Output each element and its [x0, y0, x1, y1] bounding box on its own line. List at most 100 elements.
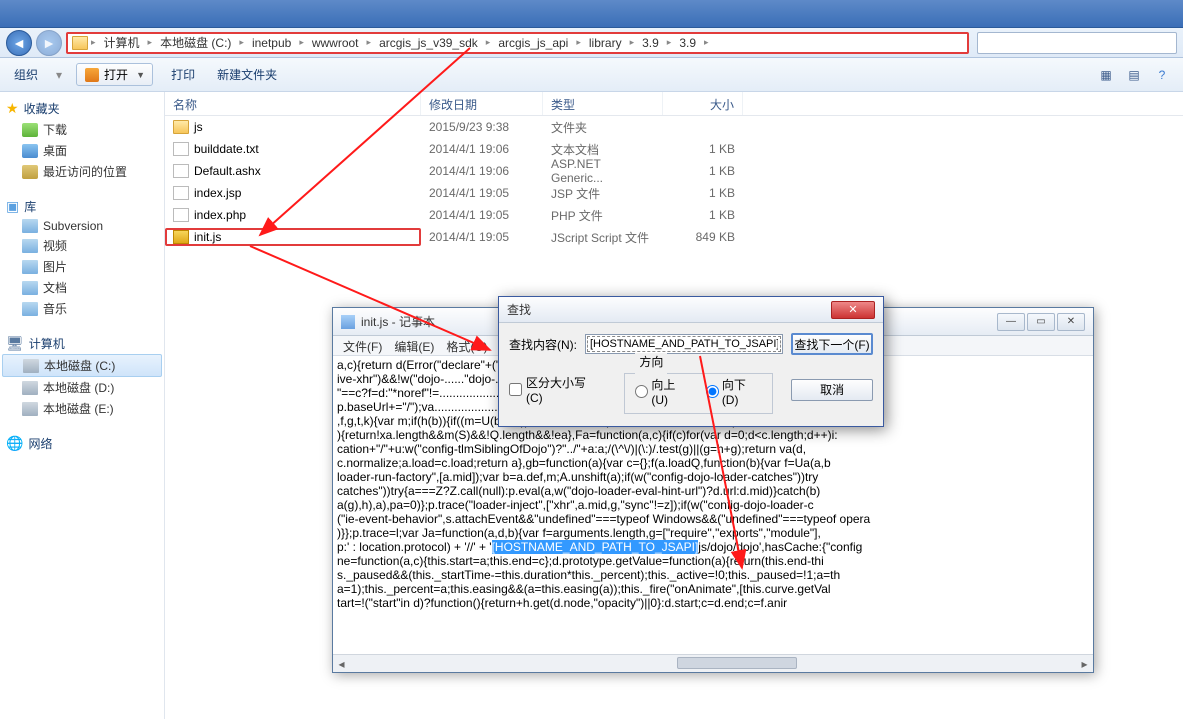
drive-icon — [22, 381, 38, 395]
help-icon[interactable]: ? — [1151, 64, 1173, 86]
chevron-right-icon: ▸ — [703, 37, 710, 48]
nav-drive-c[interactable]: 本地磁盘 (C:) — [2, 354, 162, 377]
menu-edit[interactable]: 编辑(E) — [390, 338, 438, 353]
horizontal-scrollbar[interactable]: ◂ ▸ — [333, 654, 1093, 672]
drive-icon — [22, 402, 38, 416]
document-icon — [22, 281, 38, 295]
direction-up[interactable]: 向上(U) — [635, 376, 691, 407]
file-date: 2014/4/1 19:05 — [421, 208, 543, 222]
col-size[interactable]: 大小 — [663, 92, 743, 115]
col-type[interactable]: 类型 — [543, 92, 663, 115]
menu-format[interactable]: 格式(O) — [442, 338, 491, 353]
nav-drive-d[interactable]: 本地磁盘 (D:) — [0, 377, 164, 398]
search-input[interactable] — [977, 32, 1177, 54]
nav-documents[interactable]: 文档 — [0, 277, 164, 298]
window-titlebar — [0, 0, 1183, 28]
direction-down[interactable]: 向下(D) — [706, 376, 762, 407]
star-icon: ★ — [6, 100, 19, 117]
music-icon — [22, 302, 38, 316]
view-options-icon[interactable]: ▦ — [1095, 64, 1117, 86]
network-icon: 🌐 — [6, 435, 23, 452]
crumb-sdk[interactable]: arcgis_js_v39_sdk — [374, 36, 483, 50]
minimize-button[interactable]: — — [997, 313, 1025, 331]
find-input[interactable] — [585, 334, 783, 354]
column-headers[interactable]: 名称 修改日期 类型 大小 — [165, 92, 1183, 116]
print-button[interactable]: 打印 — [167, 64, 199, 85]
close-button[interactable]: ✕ — [1057, 313, 1085, 331]
find-dialog[interactable]: 查找 ✕ 查找内容(N): 查找下一个(F) 区分大小写(C) 方向 向上(U)… — [498, 296, 884, 427]
computer-header[interactable]: 🖥计算机 — [0, 333, 164, 354]
crumb-39b[interactable]: 3.9 — [674, 36, 701, 50]
nav-video[interactable]: 视频 — [0, 235, 164, 256]
crumb-computer[interactable]: 计算机 — [99, 34, 145, 51]
match-case-checkbox[interactable]: 区分大小写(C) — [509, 374, 602, 405]
file-icon — [173, 142, 189, 156]
download-icon — [22, 123, 38, 137]
file-icon — [173, 120, 189, 134]
file-row[interactable]: index.php2014/4/1 19:05PHP 文件1 KB — [165, 204, 1183, 226]
preview-pane-icon[interactable]: ▤ — [1123, 64, 1145, 86]
breadcrumb-bar[interactable]: ▸ 计算机 ▸ 本地磁盘 (C:) ▸ inetpub ▸ wwwroot ▸ … — [66, 32, 969, 54]
nav-subversion[interactable]: Subversion — [0, 217, 164, 235]
maximize-button[interactable]: ▭ — [1027, 313, 1055, 331]
file-date: 2015/9/23 9:38 — [421, 120, 543, 134]
chevron-right-icon: ▸ — [485, 37, 492, 48]
crumb-39a[interactable]: 3.9 — [637, 36, 664, 50]
chevron-right-icon: ▸ — [147, 37, 154, 48]
open-button[interactable]: 打开 ▼ — [76, 63, 153, 86]
chevron-right-icon: ▸ — [666, 37, 673, 48]
nav-pictures[interactable]: 图片 — [0, 256, 164, 277]
find-label: 查找内容(N): — [509, 336, 577, 353]
file-row[interactable]: js2015/9/23 9:38文件夹 — [165, 116, 1183, 138]
find-next-button[interactable]: 查找下一个(F) — [791, 333, 873, 355]
nav-forward-button[interactable]: ► — [36, 30, 62, 56]
file-row[interactable]: Default.ashx2014/4/1 19:06ASP.NET Generi… — [165, 160, 1183, 182]
organize-button[interactable]: 组织 — [10, 64, 42, 85]
chevron-right-icon: ▸ — [238, 37, 245, 48]
col-name[interactable]: 名称 — [165, 92, 421, 115]
chevron-down-icon: ▼ — [136, 70, 144, 80]
favorites-header[interactable]: ★收藏夹 — [0, 98, 164, 119]
nav-drive-e[interactable]: 本地磁盘 (E:) — [0, 398, 164, 419]
nav-desktop[interactable]: 桌面 — [0, 140, 164, 161]
crumb-inetpub[interactable]: inetpub — [247, 36, 296, 50]
file-list[interactable]: js2015/9/23 9:38文件夹builddate.txt2014/4/1… — [165, 116, 1183, 248]
nav-downloads[interactable]: 下载 — [0, 119, 164, 140]
col-date[interactable]: 修改日期 — [421, 92, 543, 115]
crumb-api[interactable]: arcgis_js_api — [493, 36, 573, 50]
file-row[interactable]: init.js2014/4/1 19:05JScript Script 文件84… — [165, 226, 1183, 248]
file-date: 2014/4/1 19:06 — [421, 142, 543, 156]
navigation-pane[interactable]: ★收藏夹 下载 桌面 最近访问的位置 ▣库 Subversion 视频 图片 文… — [0, 92, 165, 719]
file-size: 1 KB — [663, 186, 743, 200]
file-size: 1 KB — [663, 208, 743, 222]
file-icon — [173, 164, 189, 178]
recent-icon — [22, 165, 38, 179]
file-type: JSP 文件 — [543, 185, 663, 202]
file-row[interactable]: builddate.txt2014/4/1 19:06文本文档1 KB — [165, 138, 1183, 160]
nav-music[interactable]: 音乐 — [0, 298, 164, 319]
scrollbar-thumb[interactable] — [677, 657, 797, 669]
new-folder-button[interactable]: 新建文件夹 — [213, 64, 281, 85]
menu-file[interactable]: 文件(F) — [339, 338, 386, 353]
network-header[interactable]: 🌐网络 — [0, 433, 164, 454]
crumb-library[interactable]: library — [584, 36, 627, 50]
find-cancel-button[interactable]: 取消 — [791, 379, 873, 401]
file-row[interactable]: index.jsp2014/4/1 19:05JSP 文件1 KB — [165, 182, 1183, 204]
crumb-drive-c[interactable]: 本地磁盘 (C:) — [155, 34, 236, 51]
file-name: init.js — [194, 230, 221, 244]
crumb-wwwroot[interactable]: wwwroot — [307, 36, 364, 50]
libraries-header[interactable]: ▣库 — [0, 196, 164, 217]
file-date: 2014/4/1 19:05 — [421, 230, 543, 244]
file-date: 2014/4/1 19:05 — [421, 186, 543, 200]
open-label: 打开 — [104, 66, 128, 83]
match-case-input[interactable] — [509, 383, 522, 396]
scroll-left-icon[interactable]: ◂ — [333, 655, 350, 672]
nav-recent[interactable]: 最近访问的位置 — [0, 161, 164, 182]
find-titlebar[interactable]: 查找 ✕ — [499, 297, 883, 323]
file-type: PHP 文件 — [543, 207, 663, 224]
scroll-right-icon[interactable]: ▸ — [1076, 655, 1093, 672]
open-icon — [85, 68, 99, 82]
nav-back-button[interactable]: ◄ — [6, 30, 32, 56]
chevron-right-icon: ▸ — [298, 37, 305, 48]
find-close-button[interactable]: ✕ — [831, 301, 875, 319]
